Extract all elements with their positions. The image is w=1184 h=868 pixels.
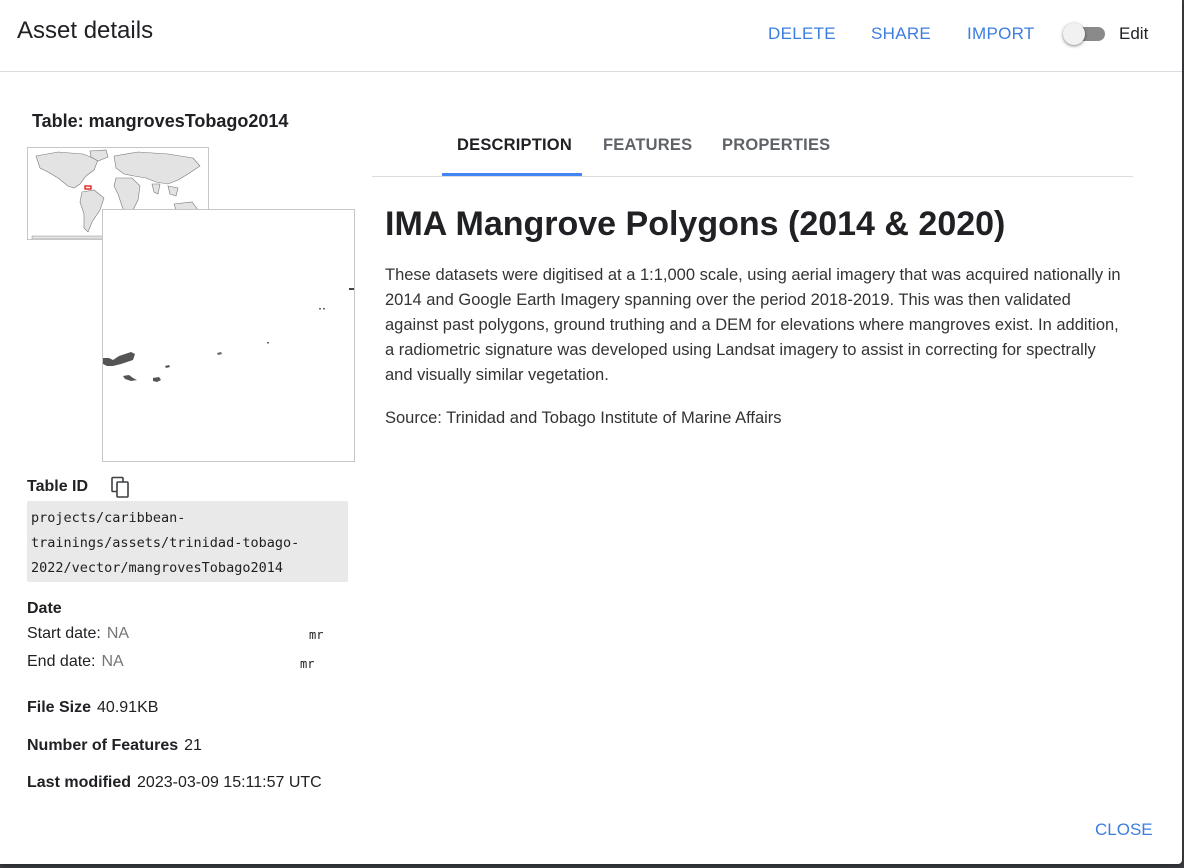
start-date-row: Start date: NA <box>27 625 129 643</box>
tab-features[interactable]: FEATURES <box>603 136 692 155</box>
table-title: Table: mangrovesTobago2014 <box>32 111 289 131</box>
start-date-value: NA <box>106 625 130 642</box>
start-date-label: Start date: <box>27 625 101 642</box>
dialog-title: Asset details <box>17 17 154 44</box>
detail-map-graphic <box>103 210 354 461</box>
features-count-value: 21 <box>184 737 202 754</box>
features-count-row: Number of Features 21 <box>27 737 202 755</box>
end-date-value: NA <box>101 653 124 670</box>
last-modified-row: Last modified 2023-03-09 15:11:57 UTC <box>27 774 322 792</box>
share-button[interactable]: SHARE <box>871 24 931 44</box>
last-modified-label: Last modified <box>27 774 132 791</box>
description-title: IMA Mangrove Polygons (2014 & 2020) <box>385 205 1006 243</box>
table-id-line-2: trainings/assets/trinidad-tobago- <box>31 535 300 551</box>
toggle-thumb <box>1063 23 1085 45</box>
tab-description[interactable]: DESCRIPTION <box>457 136 572 155</box>
file-size-value: 40.91KB <box>97 699 159 716</box>
end-date-picker-glyph[interactable]: mr <box>300 657 314 671</box>
detail-map[interactable] <box>102 209 355 462</box>
end-date-label: End date: <box>27 653 96 670</box>
active-tab-indicator <box>442 173 582 176</box>
table-id-line-3: 2022/vector/mangrovesTobago2014 <box>31 560 283 576</box>
start-date-picker-glyph[interactable]: mr <box>309 628 323 642</box>
close-button[interactable]: CLOSE <box>1095 820 1153 840</box>
file-size-label: File Size <box>27 699 92 716</box>
tabs-divider <box>372 176 1133 177</box>
asset-details-dialog: Asset details DELETE SHARE IMPORT Edit T… <box>0 0 1182 864</box>
copy-icon[interactable] <box>109 475 133 499</box>
date-label: Date <box>27 600 62 617</box>
import-button[interactable]: IMPORT <box>967 24 1035 44</box>
edit-label: Edit <box>1119 24 1149 43</box>
dialog-header: Asset details DELETE SHARE IMPORT Edit <box>0 0 1182 72</box>
edit-toggle[interactable] <box>1063 23 1109 45</box>
table-id-value[interactable]: projects/caribbean-trainings/assets/trin… <box>27 501 348 582</box>
description-body: These datasets were digitised at a 1:1,0… <box>385 266 1121 384</box>
copy-icon-graphic <box>111 476 129 498</box>
file-size-row: File Size 40.91KB <box>27 699 158 717</box>
features-count-label: Number of Features <box>27 737 179 754</box>
delete-button[interactable]: DELETE <box>768 24 836 44</box>
end-date-row: End date: NA <box>27 653 124 671</box>
tab-properties[interactable]: PROPERTIES <box>722 136 830 155</box>
table-id-label: Table ID <box>27 478 89 495</box>
last-modified-value: 2023-03-09 15:11:57 UTC <box>137 774 322 791</box>
description-source: Source: Trinidad and Tobago Institute of… <box>385 409 782 427</box>
table-id-line-1: projects/caribbean- <box>31 510 186 526</box>
